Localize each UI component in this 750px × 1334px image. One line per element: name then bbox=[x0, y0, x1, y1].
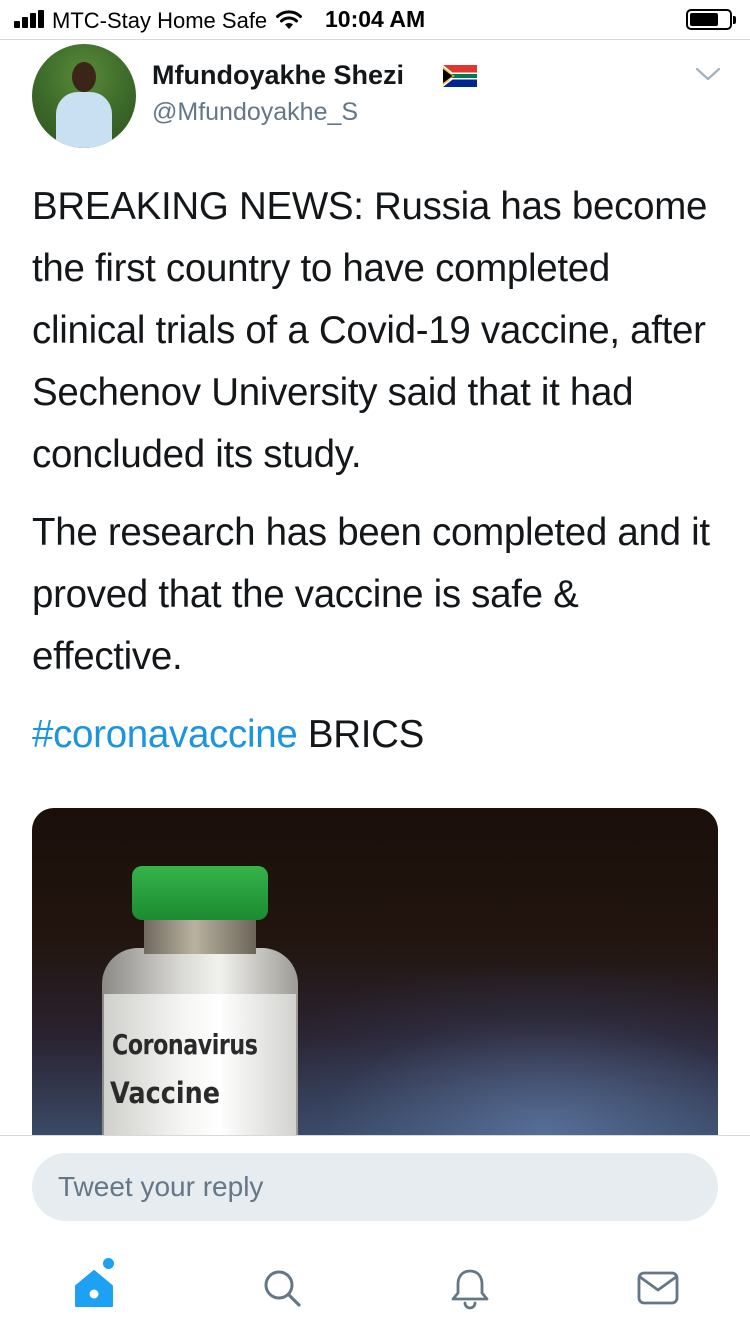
tag-text: BRICS bbox=[297, 713, 425, 756]
reply-placeholder: Tweet your reply bbox=[58, 1171, 264, 1202]
new-content-dot bbox=[103, 1258, 114, 1269]
tweet-text: BREAKING NEWS: Russia has become the fir… bbox=[32, 176, 732, 766]
author-name[interactable]: Mfundoyakhe Shezi bbox=[152, 60, 404, 91]
status-bar: MTC-Stay Home Safe 10:04 AM bbox=[0, 0, 750, 40]
battery-icon bbox=[686, 9, 736, 30]
tweet-media-image[interactable]: Coronavirus Vaccine bbox=[32, 808, 718, 1135]
vial-cap bbox=[132, 866, 268, 920]
author-handle[interactable]: @Mfundoyakhe_S bbox=[152, 98, 358, 127]
search-icon[interactable] bbox=[260, 1266, 304, 1310]
tweet-tags: #coronavaccine BRICS bbox=[32, 704, 732, 766]
notifications-icon[interactable] bbox=[448, 1266, 492, 1310]
carrier-name: MTC-Stay Home Safe bbox=[52, 8, 268, 33]
messages-icon[interactable] bbox=[636, 1266, 680, 1310]
reply-input[interactable]: Tweet your reply bbox=[32, 1153, 718, 1221]
wifi-icon bbox=[276, 9, 302, 31]
signal-strength-icon bbox=[14, 10, 46, 28]
tab-bar bbox=[0, 1248, 750, 1328]
avatar[interactable] bbox=[32, 44, 136, 148]
vial-label-line-1: Coronavirus bbox=[112, 1028, 258, 1061]
vial-label-line-2: Vaccine bbox=[110, 1076, 221, 1110]
reply-area: Tweet your reply bbox=[0, 1135, 750, 1334]
status-time: 10:04 AM bbox=[325, 6, 426, 32]
tweet-paragraph-1: BREAKING NEWS: Russia has become the fir… bbox=[32, 185, 708, 476]
south-africa-flag-icon bbox=[443, 65, 477, 87]
vial-label: Coronavirus Vaccine bbox=[104, 994, 296, 1135]
chevron-down-icon[interactable] bbox=[694, 64, 722, 84]
home-icon[interactable] bbox=[72, 1258, 116, 1310]
tweet-paragraph-2: The research has been completed and it p… bbox=[32, 511, 710, 678]
hashtag-link[interactable]: #coronavaccine bbox=[32, 713, 298, 756]
